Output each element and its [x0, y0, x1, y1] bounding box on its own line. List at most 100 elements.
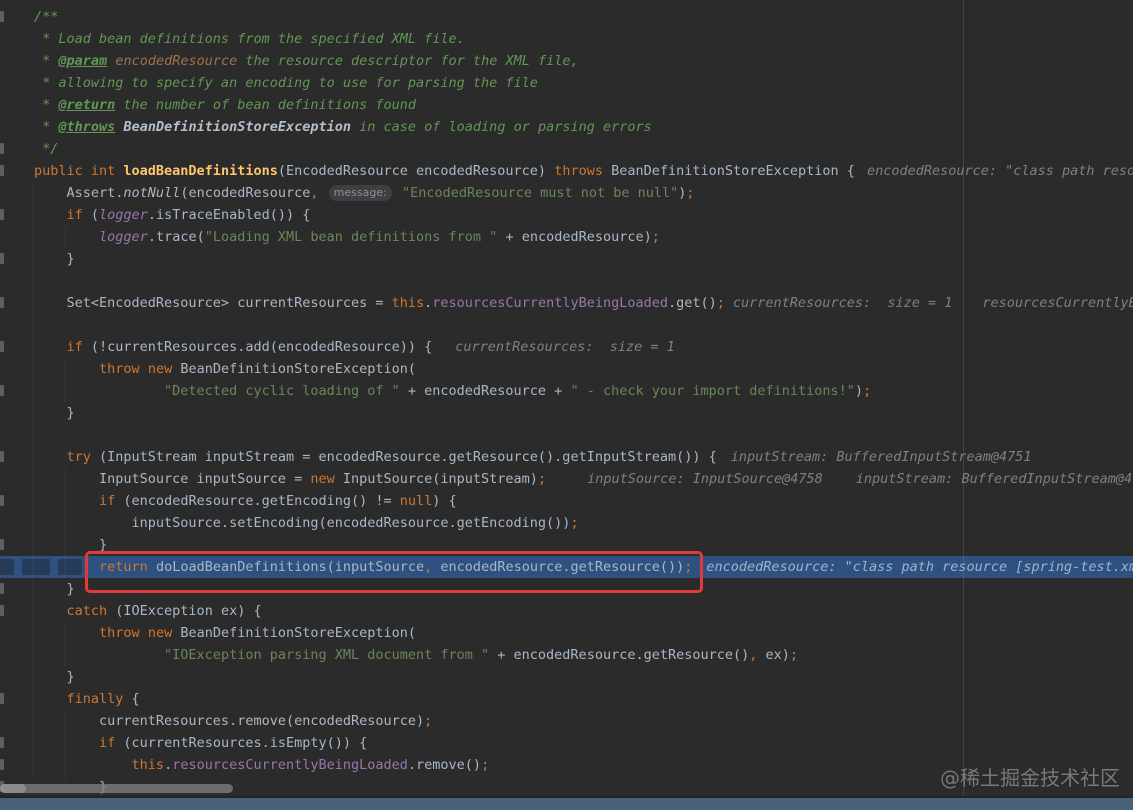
- code-token: loadBeanDefinitions: [123, 163, 278, 179]
- code-line-12: }: [34, 248, 75, 270]
- code-token: + encodedResource +: [399, 383, 571, 399]
- code-line-19: }: [34, 402, 75, 424]
- code-token: + encodedResource): [497, 229, 652, 245]
- code-token: ;: [424, 713, 433, 729]
- code-token: InputSource(inputStream): [334, 471, 538, 487]
- code-token: try: [66, 449, 91, 465]
- code-editor: /** * Load bean definitions from the spe…: [0, 0, 1133, 810]
- debug-inline-value: inputStream: BufferedInputStream@4751: [855, 471, 1133, 487]
- code-token: "Detected cyclic loading of ": [164, 383, 400, 399]
- code-token: new: [310, 471, 335, 487]
- code-line-18: "Detected cyclic loading of " + encodedR…: [34, 380, 871, 402]
- code-token: ;: [651, 229, 660, 245]
- code-token: @param: [58, 53, 108, 69]
- code-token: (!currentResources.add(encodedResource))…: [82, 339, 433, 355]
- horizontal-scrollbar-thumb[interactable]: [0, 784, 233, 793]
- code-token: .remove(): [407, 757, 482, 773]
- watermark: @稀土掘金技术社区: [940, 766, 1120, 790]
- code-line-26: return doLoadBeanDefinitions(inputSource…: [34, 556, 1133, 578]
- code-line-34: if (currentResources.isEmpty()) {: [34, 732, 367, 754]
- line-number-fragment: [0, 583, 4, 594]
- code-line-4: * allowing to specify an encoding to use…: [34, 72, 538, 94]
- code-token: /**: [34, 9, 59, 25]
- gutter-overlay-block: [0, 559, 14, 575]
- code-token: Assert.: [34, 185, 124, 201]
- line-number-fragment: [0, 605, 4, 616]
- code-token: notNull: [123, 185, 181, 201]
- code-token: ex): [757, 647, 790, 663]
- code-line-1: /**: [34, 6, 58, 28]
- code-line-22: InputSource inputSource = new InputSourc…: [34, 468, 1133, 490]
- code-token: the number of bean definitions found: [115, 97, 417, 113]
- code-token: (EncodedResource encodedResource): [277, 163, 555, 179]
- code-line-31: }: [34, 666, 75, 688]
- debug-inline-value: encodedResource: "class path resource [s…: [706, 559, 1133, 575]
- code-line-35: this.resourcesCurrentlyBeingLoaded.remov…: [34, 754, 490, 776]
- line-number-fragment: [0, 539, 4, 550]
- code-token: this: [391, 295, 425, 311]
- code-line-17: throw new BeanDefinitionStoreException(: [34, 358, 416, 380]
- debug-inline-value: inputStream: BufferedInputStream@4751: [730, 449, 1032, 465]
- debug-inline-value: currentResources: size = 1: [732, 295, 953, 311]
- code-line-11: logger.trace("Loading XML bean definitio…: [34, 226, 660, 248]
- code-token: resourcesCurrentlyBeingLoaded: [432, 295, 668, 311]
- code-line-24: inputSource.setEncoding(encodedResource.…: [34, 512, 579, 534]
- code-token: ;: [716, 295, 725, 311]
- code-token: .trace(: [147, 229, 205, 245]
- code-token: if: [99, 493, 116, 509]
- debug-inline-value: resourcesCurrentlyB: [982, 295, 1133, 311]
- code-token: ;: [789, 647, 799, 663]
- code-token: throws: [554, 163, 603, 179]
- code-line-30: "IOException parsing XML document from "…: [34, 644, 798, 666]
- line-number-fragment: [0, 385, 4, 396]
- code-line-16: if (!currentResources.add(encodedResourc…: [34, 336, 675, 358]
- line-number-fragment: [0, 165, 4, 176]
- code-line-10: if (logger.isTraceEnabled()) {: [34, 204, 311, 226]
- line-number-fragment: [0, 297, 4, 308]
- code-token: ;: [686, 185, 695, 201]
- code-token: }: [34, 537, 108, 553]
- code-token: ;: [537, 471, 547, 487]
- parameter-name-hint: message:: [328, 185, 392, 201]
- code-token: throw: [99, 625, 140, 641]
- code-token: ;: [570, 515, 579, 531]
- code-token: }: [34, 669, 75, 685]
- code-token: new: [147, 361, 173, 377]
- code-token: if: [66, 339, 83, 355]
- code-token: if: [66, 207, 83, 223]
- code-token: BeanDefinitionStoreException(: [172, 361, 417, 377]
- code-token: new: [147, 625, 173, 641]
- code-line-23: if (encodedResource.getEncoding() != nul…: [34, 490, 457, 512]
- code-token: }: [34, 251, 75, 267]
- code-token: inputSource.setEncoding(encodedResource.…: [34, 515, 571, 531]
- code-token: .get(): [667, 295, 717, 311]
- code-token: null: [399, 493, 433, 509]
- code-token: logger: [99, 207, 148, 223]
- code-line-27: }: [34, 578, 75, 600]
- code-token: *: [34, 53, 59, 69]
- code-token: (encodedResource: [180, 185, 311, 201]
- code-token: (IOException ex) {: [107, 603, 262, 619]
- code-line-7: */: [34, 138, 58, 160]
- code-token: ;: [684, 559, 693, 575]
- code-token: resourcesCurrentlyBeingLoaded: [172, 757, 408, 773]
- code-line-25: }: [34, 534, 107, 556]
- code-line-8: public int loadBeanDefinitions(EncodedRe…: [34, 160, 1133, 182]
- code-token: (: [82, 207, 100, 223]
- code-token: {: [123, 691, 140, 707]
- code-token: finally: [66, 691, 124, 707]
- code-line-29: throw new BeanDefinitionStoreException(: [34, 622, 416, 644]
- code-token: */: [34, 141, 59, 157]
- code-token: logger: [99, 229, 148, 245]
- code-token: "IOException parsing XML document from ": [164, 647, 490, 663]
